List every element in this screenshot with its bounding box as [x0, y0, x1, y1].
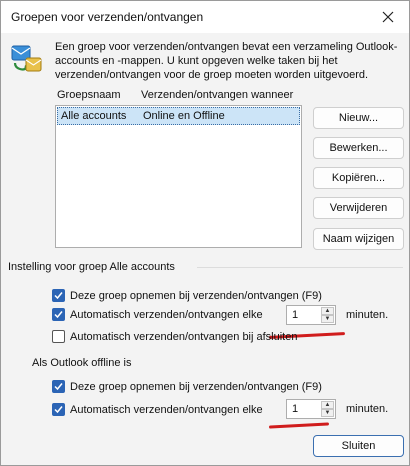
delete-button[interactable]: Verwijderen	[313, 197, 404, 219]
spin-up-button[interactable]: ▲	[321, 307, 334, 315]
spinner-buttons: ▲ ▼	[321, 401, 334, 417]
offline-auto-label: Automatisch verzenden/ontvangen elke	[70, 403, 263, 416]
rename-button[interactable]: Naam wijzigen	[313, 228, 404, 250]
check-icon	[54, 292, 63, 300]
copy-button[interactable]: Kopiëren...	[313, 167, 404, 189]
column-header-group-name: Groepsnaam	[57, 89, 121, 101]
online-auto-label: Automatisch verzenden/ontvangen elke	[70, 308, 263, 321]
send-receive-icon	[11, 45, 42, 72]
dialog-description: Een groep voor verzenden/ontvangen bevat…	[55, 41, 398, 81]
check-icon	[54, 383, 63, 391]
column-header-send-receive-when: Verzenden/ontvangen wanneer	[141, 89, 294, 101]
list-item-name: Alle accounts	[61, 110, 127, 122]
spin-down-button[interactable]: ▼	[321, 409, 334, 417]
new-button[interactable]: Nieuw...	[313, 107, 404, 129]
window-title: Groepen voor verzenden/ontvangen	[11, 10, 204, 24]
close-dialog-button[interactable]: Sluiten	[313, 435, 404, 457]
title-bar: Groepen voor verzenden/ontvangen	[1, 1, 409, 33]
online-onexit-label: Automatisch verzenden/ontvangen bij afsl…	[70, 330, 298, 343]
online-settings-title: Instelling voor groep Alle accounts	[8, 261, 175, 273]
close-icon	[382, 11, 394, 23]
offline-minutes-unit: minuten.	[346, 403, 389, 415]
list-item[interactable]: Alle accounts Online en Offline	[57, 107, 300, 125]
offline-include-row[interactable]: Deze groep opnemen bij verzenden/ontvang…	[52, 380, 322, 393]
list-item-when: Online en Offline	[143, 110, 225, 122]
online-minutes-unit: minuten.	[346, 309, 389, 321]
offline-include-label: Deze groep opnemen bij verzenden/ontvang…	[70, 380, 322, 393]
edit-button[interactable]: Bewerken...	[313, 137, 404, 159]
offline-minutes-spinner[interactable]: 1 ▲ ▼	[286, 399, 336, 419]
online-include-label: Deze groep opnemen bij verzenden/ontvang…	[70, 289, 322, 302]
annotation-underline	[268, 422, 330, 429]
online-onexit-row[interactable]: Automatisch verzenden/ontvangen bij afsl…	[52, 330, 297, 343]
spinner-buttons: ▲ ▼	[321, 307, 334, 323]
online-auto-row[interactable]: Automatisch verzenden/ontvangen elke	[52, 308, 263, 321]
offline-include-checkbox[interactable]	[52, 380, 65, 393]
dialog-window: Groepen voor verzenden/ontvangen Een gro…	[0, 0, 410, 466]
online-include-checkbox[interactable]	[52, 289, 65, 302]
online-minutes-value[interactable]: 1	[292, 309, 298, 321]
spin-up-button[interactable]: ▲	[321, 401, 334, 409]
section-divider	[197, 267, 403, 268]
check-icon	[54, 311, 63, 319]
online-minutes-spinner[interactable]: 1 ▲ ▼	[286, 305, 336, 325]
offline-auto-checkbox[interactable]	[52, 403, 65, 416]
offline-settings-title: Als Outlook offline is	[32, 357, 132, 369]
spin-down-button[interactable]: ▼	[321, 315, 334, 323]
offline-auto-row[interactable]: Automatisch verzenden/ontvangen elke	[52, 403, 263, 416]
online-auto-checkbox[interactable]	[52, 308, 65, 321]
group-list[interactable]: Alle accounts Online en Offline	[55, 105, 302, 248]
online-onexit-checkbox[interactable]	[52, 330, 65, 343]
check-icon	[54, 406, 63, 414]
online-include-row[interactable]: Deze groep opnemen bij verzenden/ontvang…	[52, 289, 322, 302]
close-button[interactable]	[375, 5, 401, 29]
offline-minutes-value[interactable]: 1	[292, 403, 298, 415]
